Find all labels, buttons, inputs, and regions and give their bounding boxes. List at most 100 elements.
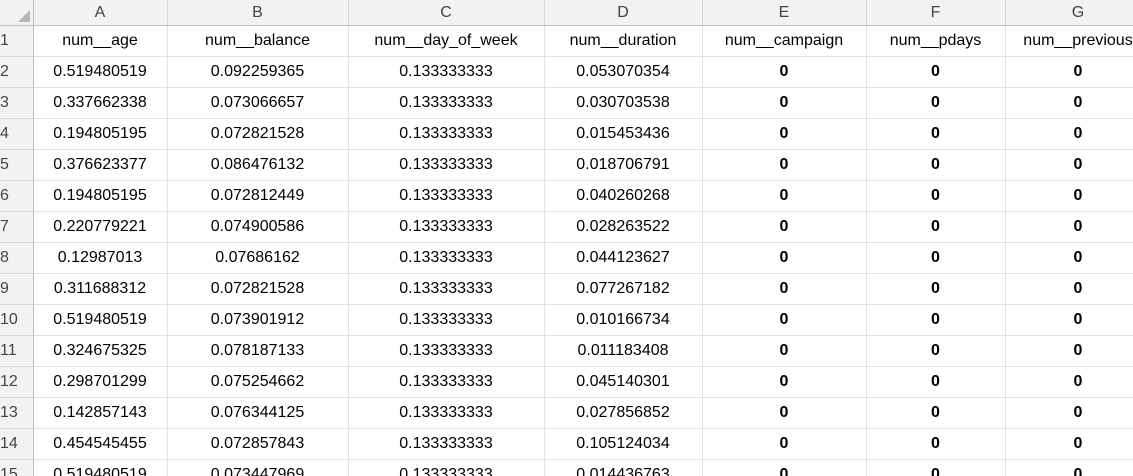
- row-header[interactable]: 15: [0, 459, 34, 476]
- cell-header-day-of-week[interactable]: num__day_of_week: [348, 25, 545, 57]
- cell-pdays[interactable]: 0: [866, 304, 1006, 336]
- cell-duration[interactable]: 0.030703538: [544, 87, 703, 119]
- row-header[interactable]: 2: [0, 56, 34, 88]
- cell-campaign[interactable]: 0: [702, 397, 867, 429]
- row-header[interactable]: 14: [0, 428, 34, 460]
- cell-header-duration[interactable]: num__duration: [544, 25, 703, 57]
- cell-pdays[interactable]: 0: [866, 149, 1006, 181]
- row-header[interactable]: 1: [0, 25, 34, 57]
- cell-pdays[interactable]: 0: [866, 180, 1006, 212]
- cell-duration[interactable]: 0.014436763: [544, 459, 703, 476]
- cell-day-of-week[interactable]: 0.133333333: [348, 335, 545, 367]
- cell-header-balance[interactable]: num__balance: [167, 25, 349, 57]
- cell-pdays[interactable]: 0: [866, 459, 1006, 476]
- cell-balance[interactable]: 0.073447969: [167, 459, 349, 476]
- cell-age[interactable]: 0.194805195: [33, 180, 168, 212]
- cell-campaign[interactable]: 0: [702, 118, 867, 150]
- cell-duration[interactable]: 0.027856852: [544, 397, 703, 429]
- cell-pdays[interactable]: 0: [866, 397, 1006, 429]
- cell-pdays[interactable]: 0: [866, 118, 1006, 150]
- cell-campaign[interactable]: 0: [702, 87, 867, 119]
- cell-balance[interactable]: 0.072812449: [167, 180, 349, 212]
- cell-previous[interactable]: 0: [1005, 366, 1133, 398]
- row-header[interactable]: 5: [0, 149, 34, 181]
- cell-age[interactable]: 0.12987013: [33, 242, 168, 274]
- cell-previous[interactable]: 0: [1005, 428, 1133, 460]
- row-header[interactable]: 8: [0, 242, 34, 274]
- column-header-a[interactable]: A: [33, 0, 168, 26]
- cell-day-of-week[interactable]: 0.133333333: [348, 149, 545, 181]
- cell-campaign[interactable]: 0: [702, 366, 867, 398]
- cell-day-of-week[interactable]: 0.133333333: [348, 304, 545, 336]
- cell-day-of-week[interactable]: 0.133333333: [348, 118, 545, 150]
- cell-campaign[interactable]: 0: [702, 180, 867, 212]
- row-header[interactable]: 12: [0, 366, 34, 398]
- cell-balance[interactable]: 0.072821528: [167, 273, 349, 305]
- cell-campaign[interactable]: 0: [702, 211, 867, 243]
- cell-previous[interactable]: 0: [1005, 56, 1133, 88]
- cell-previous[interactable]: 0: [1005, 87, 1133, 119]
- cell-pdays[interactable]: 0: [866, 428, 1006, 460]
- cell-campaign[interactable]: 0: [702, 56, 867, 88]
- column-header-b[interactable]: B: [167, 0, 349, 26]
- cell-pdays[interactable]: 0: [866, 273, 1006, 305]
- cell-day-of-week[interactable]: 0.133333333: [348, 428, 545, 460]
- row-header[interactable]: 11: [0, 335, 34, 367]
- cell-previous[interactable]: 0: [1005, 397, 1133, 429]
- cell-campaign[interactable]: 0: [702, 149, 867, 181]
- cell-day-of-week[interactable]: 0.133333333: [348, 87, 545, 119]
- cell-duration[interactable]: 0.077267182: [544, 273, 703, 305]
- cell-pdays[interactable]: 0: [866, 211, 1006, 243]
- cell-previous[interactable]: 0: [1005, 459, 1133, 476]
- row-header[interactable]: 6: [0, 180, 34, 212]
- cell-header-campaign[interactable]: num__campaign: [702, 25, 867, 57]
- cell-age[interactable]: 0.454545455: [33, 428, 168, 460]
- cell-day-of-week[interactable]: 0.133333333: [348, 273, 545, 305]
- cell-day-of-week[interactable]: 0.133333333: [348, 56, 545, 88]
- cell-header-age[interactable]: num__age: [33, 25, 168, 57]
- cell-age[interactable]: 0.311688312: [33, 273, 168, 305]
- cell-balance[interactable]: 0.074900586: [167, 211, 349, 243]
- cell-age[interactable]: 0.519480519: [33, 304, 168, 336]
- cell-previous[interactable]: 0: [1005, 118, 1133, 150]
- cell-campaign[interactable]: 0: [702, 428, 867, 460]
- cell-pdays[interactable]: 0: [866, 242, 1006, 274]
- cell-header-pdays[interactable]: num__pdays: [866, 25, 1006, 57]
- cell-campaign[interactable]: 0: [702, 304, 867, 336]
- cell-balance[interactable]: 0.075254662: [167, 366, 349, 398]
- cell-previous[interactable]: 0: [1005, 242, 1133, 274]
- cell-balance[interactable]: 0.073901912: [167, 304, 349, 336]
- cell-pdays[interactable]: 0: [866, 87, 1006, 119]
- cell-duration[interactable]: 0.015453436: [544, 118, 703, 150]
- cell-age[interactable]: 0.220779221: [33, 211, 168, 243]
- cell-day-of-week[interactable]: 0.133333333: [348, 242, 545, 274]
- row-header[interactable]: 7: [0, 211, 34, 243]
- cell-previous[interactable]: 0: [1005, 149, 1133, 181]
- cell-day-of-week[interactable]: 0.133333333: [348, 366, 545, 398]
- row-header[interactable]: 13: [0, 397, 34, 429]
- cell-balance[interactable]: 0.073066657: [167, 87, 349, 119]
- cell-balance[interactable]: 0.092259365: [167, 56, 349, 88]
- cell-previous[interactable]: 0: [1005, 211, 1133, 243]
- cell-balance[interactable]: 0.076344125: [167, 397, 349, 429]
- cell-balance[interactable]: 0.072857843: [167, 428, 349, 460]
- cell-duration[interactable]: 0.040260268: [544, 180, 703, 212]
- select-all-corner[interactable]: [0, 0, 34, 26]
- cell-previous[interactable]: 0: [1005, 180, 1133, 212]
- cell-balance[interactable]: 0.078187133: [167, 335, 349, 367]
- cell-previous[interactable]: 0: [1005, 273, 1133, 305]
- cell-age[interactable]: 0.324675325: [33, 335, 168, 367]
- cell-pdays[interactable]: 0: [866, 366, 1006, 398]
- cell-duration[interactable]: 0.028263522: [544, 211, 703, 243]
- cell-campaign[interactable]: 0: [702, 459, 867, 476]
- column-header-g[interactable]: G: [1005, 0, 1133, 26]
- column-header-c[interactable]: C: [348, 0, 545, 26]
- cell-day-of-week[interactable]: 0.133333333: [348, 397, 545, 429]
- cell-header-previous[interactable]: num__previous: [1005, 25, 1133, 57]
- cell-campaign[interactable]: 0: [702, 273, 867, 305]
- row-header[interactable]: 3: [0, 87, 34, 119]
- row-header[interactable]: 4: [0, 118, 34, 150]
- cell-balance[interactable]: 0.07686162: [167, 242, 349, 274]
- cell-duration[interactable]: 0.018706791: [544, 149, 703, 181]
- cell-previous[interactable]: 0: [1005, 304, 1133, 336]
